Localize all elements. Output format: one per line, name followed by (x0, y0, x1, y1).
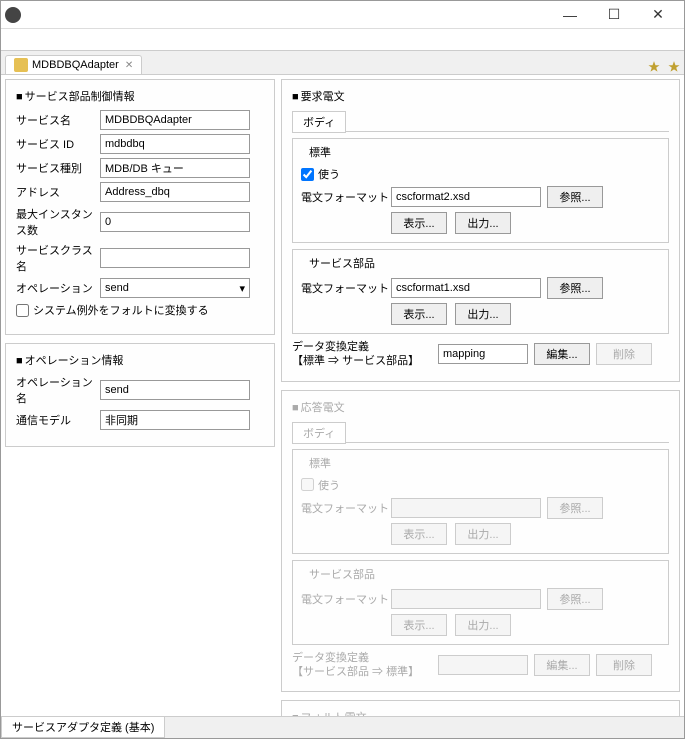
app-icon (5, 7, 21, 23)
address-label: アドレス (16, 184, 100, 200)
bottom-tab-basic[interactable]: サービスアダプタ定義 (基本) (1, 717, 165, 738)
request-title: 要求電文 (292, 88, 669, 104)
maximize-button[interactable]: ☐ (592, 3, 636, 27)
req-conv-label: データ変換定義【標準 ⇒ サービス部品】 (292, 340, 432, 369)
response-standard-group: 標準 使う 電文フォーマット 参照... 表示... 出力... (292, 449, 669, 554)
minimize-button[interactable]: — (548, 3, 592, 27)
max-instance-label: 最大インスタンス数 (16, 206, 100, 238)
response-panel: 応答電文 ボディ 標準 使う 電文フォーマット参照... 表示...出力... … (281, 390, 680, 693)
chevron-down-icon: ▾ (239, 282, 245, 295)
response-service-title: サービス部品 (305, 566, 379, 582)
close-button[interactable]: ✕ (636, 3, 680, 27)
res-std-show-button: 表示... (391, 523, 447, 545)
editor-tab-close-icon[interactable]: ✕ (125, 60, 133, 71)
operation-select[interactable]: send ▾ (100, 278, 250, 298)
editor-tab[interactable]: MDBDBQAdapter ✕ (5, 55, 142, 74)
star1-icon[interactable] (647, 60, 661, 74)
service-id-label: サービス ID (16, 136, 100, 152)
service-type-label: サービス種別 (16, 160, 100, 176)
res-svc-format-label: 電文フォーマット (301, 591, 391, 607)
res-conv-delete-button: 削除 (596, 654, 652, 676)
req-svc-format-label: 電文フォーマット (301, 280, 391, 296)
response-standard-title: 標準 (305, 455, 335, 471)
res-std-ref-button: 参照... (547, 497, 603, 519)
max-instance-input[interactable] (100, 212, 250, 232)
request-use-checkbox[interactable] (301, 168, 314, 181)
star2-icon[interactable] (667, 60, 681, 74)
res-std-format-label: 電文フォーマット (301, 500, 391, 516)
service-id-input[interactable] (100, 134, 250, 154)
response-use-label: 使う (318, 477, 340, 493)
convert-fault-checkbox[interactable] (16, 304, 29, 317)
adapter-icon (14, 58, 28, 72)
op-name-label: オペレーション名 (16, 374, 100, 406)
res-svc-show-button: 表示... (391, 614, 447, 636)
req-conv-delete-button[interactable]: 削除 (596, 343, 652, 365)
res-svc-ref-button: 参照... (547, 588, 603, 610)
request-service-group: サービス部品 電文フォーマット 参照... 表示... 出力... (292, 249, 669, 334)
req-svc-format-input[interactable] (391, 278, 541, 298)
editor-tabbar: MDBDBQAdapter ✕ (1, 51, 684, 75)
operation-select-value: send (105, 282, 129, 294)
service-class-input[interactable] (100, 248, 250, 268)
op-name-input[interactable] (100, 380, 250, 400)
operation-info-title: オペレーション情報 (16, 352, 264, 368)
comm-model-label: 通信モデル (16, 412, 100, 428)
bottom-tabbar: サービスアダプタ定義 (基本) (1, 716, 684, 738)
req-std-show-button[interactable]: 表示... (391, 212, 447, 234)
service-type-input[interactable] (100, 158, 250, 178)
res-svc-format-input (391, 589, 541, 609)
request-service-title: サービス部品 (305, 255, 379, 271)
req-svc-ref-button[interactable]: 参照... (547, 277, 603, 299)
request-standard-title: 標準 (305, 144, 335, 160)
operation-info-panel: オペレーション情報 オペレーション名 通信モデル (5, 343, 275, 447)
req-conv-input[interactable] (438, 344, 528, 364)
req-std-format-input[interactable] (391, 187, 541, 207)
response-service-group: サービス部品 電文フォーマット 参照... 表示... 出力... (292, 560, 669, 645)
request-use-label: 使う (318, 166, 340, 182)
response-title: 応答電文 (292, 399, 669, 415)
fault-panel: フォルト電文 フォルト名 ▾ 電文フォーマット参照... 表示...出力... (281, 700, 680, 716)
req-std-out-button[interactable]: 出力... (455, 212, 511, 234)
res-conv-input (438, 655, 528, 675)
res-conv-label: データ変換定義【サービス部品 ⇒ 標準】 (292, 651, 432, 680)
res-std-out-button: 出力... (455, 523, 511, 545)
res-svc-out-button: 出力... (455, 614, 511, 636)
editor-tab-label: MDBDBQAdapter (32, 59, 119, 71)
request-body-tab[interactable]: ボディ (292, 111, 346, 133)
req-svc-show-button[interactable]: 表示... (391, 303, 447, 325)
fault-title: フォルト電文 (292, 709, 669, 716)
res-std-format-input (391, 498, 541, 518)
service-control-panel: サービス部品制御情報 サービス名 サービス ID サービス種別 アドレス 最大イ… (5, 79, 275, 335)
comm-model-input[interactable] (100, 410, 250, 430)
req-std-ref-button[interactable]: 参照... (547, 186, 603, 208)
titlebar: — ☐ ✕ (1, 1, 684, 29)
request-panel: 要求電文 ボディ 標準 使う 電文フォーマット参照... 表示...出力... … (281, 79, 680, 382)
response-body-tab: ボディ (292, 422, 346, 444)
res-conv-edit-button: 編集... (534, 654, 590, 676)
req-std-format-label: 電文フォーマット (301, 189, 391, 205)
address-input[interactable] (100, 182, 250, 202)
service-name-input[interactable] (100, 110, 250, 130)
operation-label: オペレーション (16, 280, 100, 296)
request-standard-group: 標準 使う 電文フォーマット 参照... 表示... 出力... (292, 138, 669, 243)
service-control-title: サービス部品制御情報 (16, 88, 264, 104)
service-class-label: サービスクラス名 (16, 242, 100, 274)
convert-fault-label: システム例外をフォルトに変換する (33, 302, 209, 318)
service-name-label: サービス名 (16, 112, 100, 128)
req-svc-out-button[interactable]: 出力... (455, 303, 511, 325)
toolbar (1, 29, 684, 51)
req-conv-edit-button[interactable]: 編集... (534, 343, 590, 365)
response-use-checkbox (301, 478, 314, 491)
